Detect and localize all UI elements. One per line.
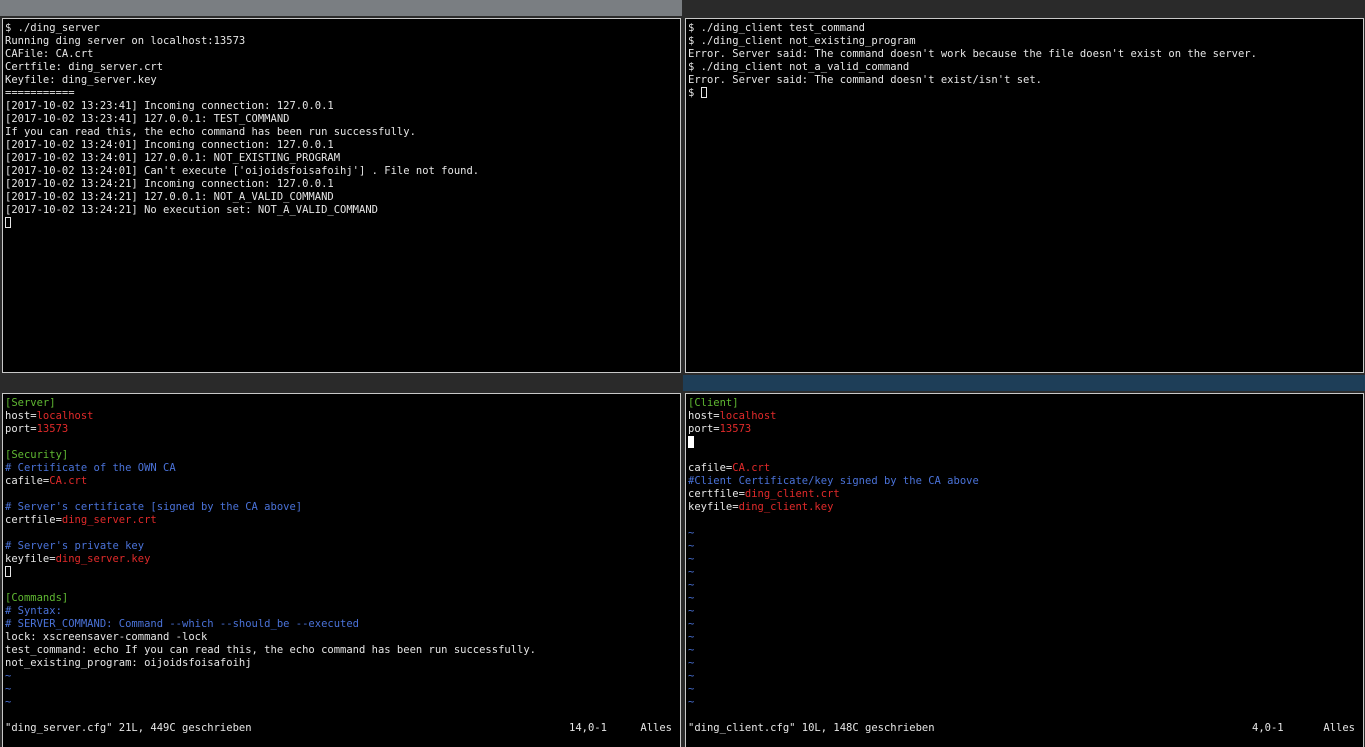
- tab-bar-client-config[interactable]: [683, 375, 1365, 391]
- cfg-keyfile-line: keyfile=ding_server.key: [5, 553, 151, 565]
- cfg-port-line: port=13573: [5, 423, 69, 435]
- cfg-keyfile-line: keyfile=ding_client.key: [688, 501, 834, 513]
- cfg-blank-line: [5, 436, 678, 449]
- client-terminal-pane[interactable]: $ ./ding_client test_command $ ./ding_cl…: [685, 18, 1364, 373]
- empty-buffer-line: ~: [688, 631, 695, 643]
- cfg-comment: # SERVER_COMMAND: Command --which --shou…: [5, 618, 360, 630]
- terminal-cursor: [5, 217, 11, 228]
- cfg-certfile-line: certfile=ding_server.crt: [5, 514, 157, 526]
- terminal-prompt: $: [688, 87, 701, 99]
- cfg-blank-line: [688, 514, 1361, 527]
- cfg-section-header: [Client]: [688, 397, 739, 409]
- cfg-certfile-line: certfile=ding_client.crt: [688, 488, 840, 500]
- empty-buffer-line: ~: [688, 540, 695, 552]
- client-config-editor[interactable]: [Client] host=localhost port=13573 cafil…: [685, 393, 1364, 747]
- empty-buffer-line: ~: [688, 657, 695, 669]
- empty-buffer-line: ~: [5, 683, 12, 695]
- tab-bar-server-config[interactable]: [0, 375, 682, 391]
- cfg-blank-line: [5, 488, 678, 501]
- empty-buffer-line: ~: [688, 670, 695, 682]
- cfg-command-line: test_command: echo If you can read this,…: [5, 644, 537, 656]
- cfg-blank-line: [688, 449, 1361, 462]
- editor-cursor-line: [5, 566, 678, 579]
- empty-buffer-line: ~: [688, 644, 695, 656]
- vim-status-line: "ding_client.cfg" 10L, 148C geschrieben …: [688, 722, 1355, 735]
- vim-status-line: "ding_server.cfg" 21L, 449C geschrieben …: [5, 722, 672, 735]
- cfg-blank-line: [5, 579, 678, 592]
- terminal-line: CAFile: CA.crt: [5, 48, 94, 60]
- terminal-line: $ ./ding_client not_existing_program: [688, 35, 916, 47]
- terminal-line: Certfile: ding_server.crt: [5, 61, 164, 73]
- terminal-line: Error. Server said: The command doesn't …: [688, 48, 1257, 60]
- empty-buffer-line: ~: [688, 579, 695, 591]
- empty-buffer-line: ~: [5, 670, 12, 682]
- tab-bar-client-terminal[interactable]: [683, 0, 1365, 16]
- terminal-line: [2017-10-02 13:24:01] Incoming connectio…: [5, 139, 334, 151]
- empty-buffer-line: ~: [688, 605, 695, 617]
- terminal-line: $ ./ding_server: [5, 22, 100, 34]
- empty-buffer-line: ~: [688, 527, 695, 539]
- cfg-comment: #Client Certificate/key signed by the CA…: [688, 475, 979, 487]
- terminal-cursor: [700, 87, 707, 98]
- cfg-cafile-line: cafile=CA.crt: [5, 475, 88, 487]
- cfg-section-header: [Commands]: [5, 592, 69, 604]
- status-message: "ding_server.cfg" 21L, 449C geschrieben: [5, 722, 252, 734]
- cfg-comment: # Server's certificate [signed by the CA…: [5, 501, 303, 513]
- terminal-line: If you can read this, the echo command h…: [5, 126, 416, 138]
- terminal-line: [2017-10-02 13:24:01] Can't execute ['oi…: [5, 165, 480, 177]
- terminal-line: [2017-10-02 13:24:21] 127.0.0.1: NOT_A_V…: [5, 191, 334, 203]
- terminal-line: [2017-10-02 13:24:21] No execution set: …: [5, 204, 378, 216]
- terminal-line: ===========: [5, 87, 75, 99]
- scroll-indicator: Alles: [640, 722, 672, 734]
- cfg-section-header: [Server]: [5, 397, 56, 409]
- empty-buffer-line: ~: [688, 696, 695, 708]
- server-terminal-pane[interactable]: $ ./ding_server Running ding server on l…: [2, 18, 681, 373]
- scroll-indicator: Alles: [1323, 722, 1355, 734]
- cfg-command-line: lock: xscreensaver-command -lock: [5, 631, 208, 643]
- empty-buffer-line: ~: [688, 618, 695, 630]
- cfg-comment: # Server's private key: [5, 540, 145, 552]
- terminal-line: $ ./ding_client not_a_valid_command: [688, 61, 910, 73]
- server-config-editor[interactable]: [Server] host=localhost port=13573 [Secu…: [2, 393, 681, 747]
- empty-buffer-line: ~: [688, 592, 695, 604]
- terminal-line: [2017-10-02 13:23:41] Incoming connectio…: [5, 100, 334, 112]
- terminal-prompt-line[interactable]: $: [688, 87, 1361, 100]
- empty-buffer-line: ~: [688, 683, 695, 695]
- editor-cursor: [688, 436, 694, 448]
- tab-bar-server-terminal[interactable]: [0, 0, 682, 16]
- terminal-line: [2017-10-02 13:24:21] Incoming connectio…: [5, 178, 334, 190]
- empty-buffer-line: ~: [688, 566, 695, 578]
- editor-cursor-line: [688, 436, 1361, 449]
- terminal-cursor-line: [5, 217, 678, 230]
- empty-buffer-line: ~: [688, 553, 695, 565]
- cfg-comment: # Syntax:: [5, 605, 62, 617]
- cfg-command-line: not_existing_program: oijoidsfoisafoihj: [5, 657, 252, 669]
- status-message: "ding_client.cfg" 10L, 148C geschrieben: [688, 722, 935, 734]
- cfg-port-line: port=13573: [688, 423, 752, 435]
- terminal-line: Running ding server on localhost:13573: [5, 35, 246, 47]
- terminal-line: Error. Server said: The command doesn't …: [688, 74, 1043, 86]
- cfg-host-line: host=localhost: [688, 410, 777, 422]
- cfg-section-header: [Security]: [5, 449, 69, 461]
- empty-buffer-line: ~: [5, 696, 12, 708]
- cursor-position: 14,0-1: [569, 722, 607, 734]
- terminal-line: Keyfile: ding_server.key: [5, 74, 157, 86]
- terminal-line: [2017-10-02 13:23:41] 127.0.0.1: TEST_CO…: [5, 113, 290, 125]
- cursor-position: 4,0-1: [1252, 722, 1284, 734]
- terminal-line: $ ./ding_client test_command: [688, 22, 866, 34]
- cfg-blank-line: [5, 527, 678, 540]
- editor-cursor: [5, 566, 11, 577]
- cfg-cafile-line: cafile=CA.crt: [688, 462, 771, 474]
- cfg-comment: # Certificate of the OWN CA: [5, 462, 176, 474]
- terminal-line: [2017-10-02 13:24:01] 127.0.0.1: NOT_EXI…: [5, 152, 341, 164]
- cfg-host-line: host=localhost: [5, 410, 94, 422]
